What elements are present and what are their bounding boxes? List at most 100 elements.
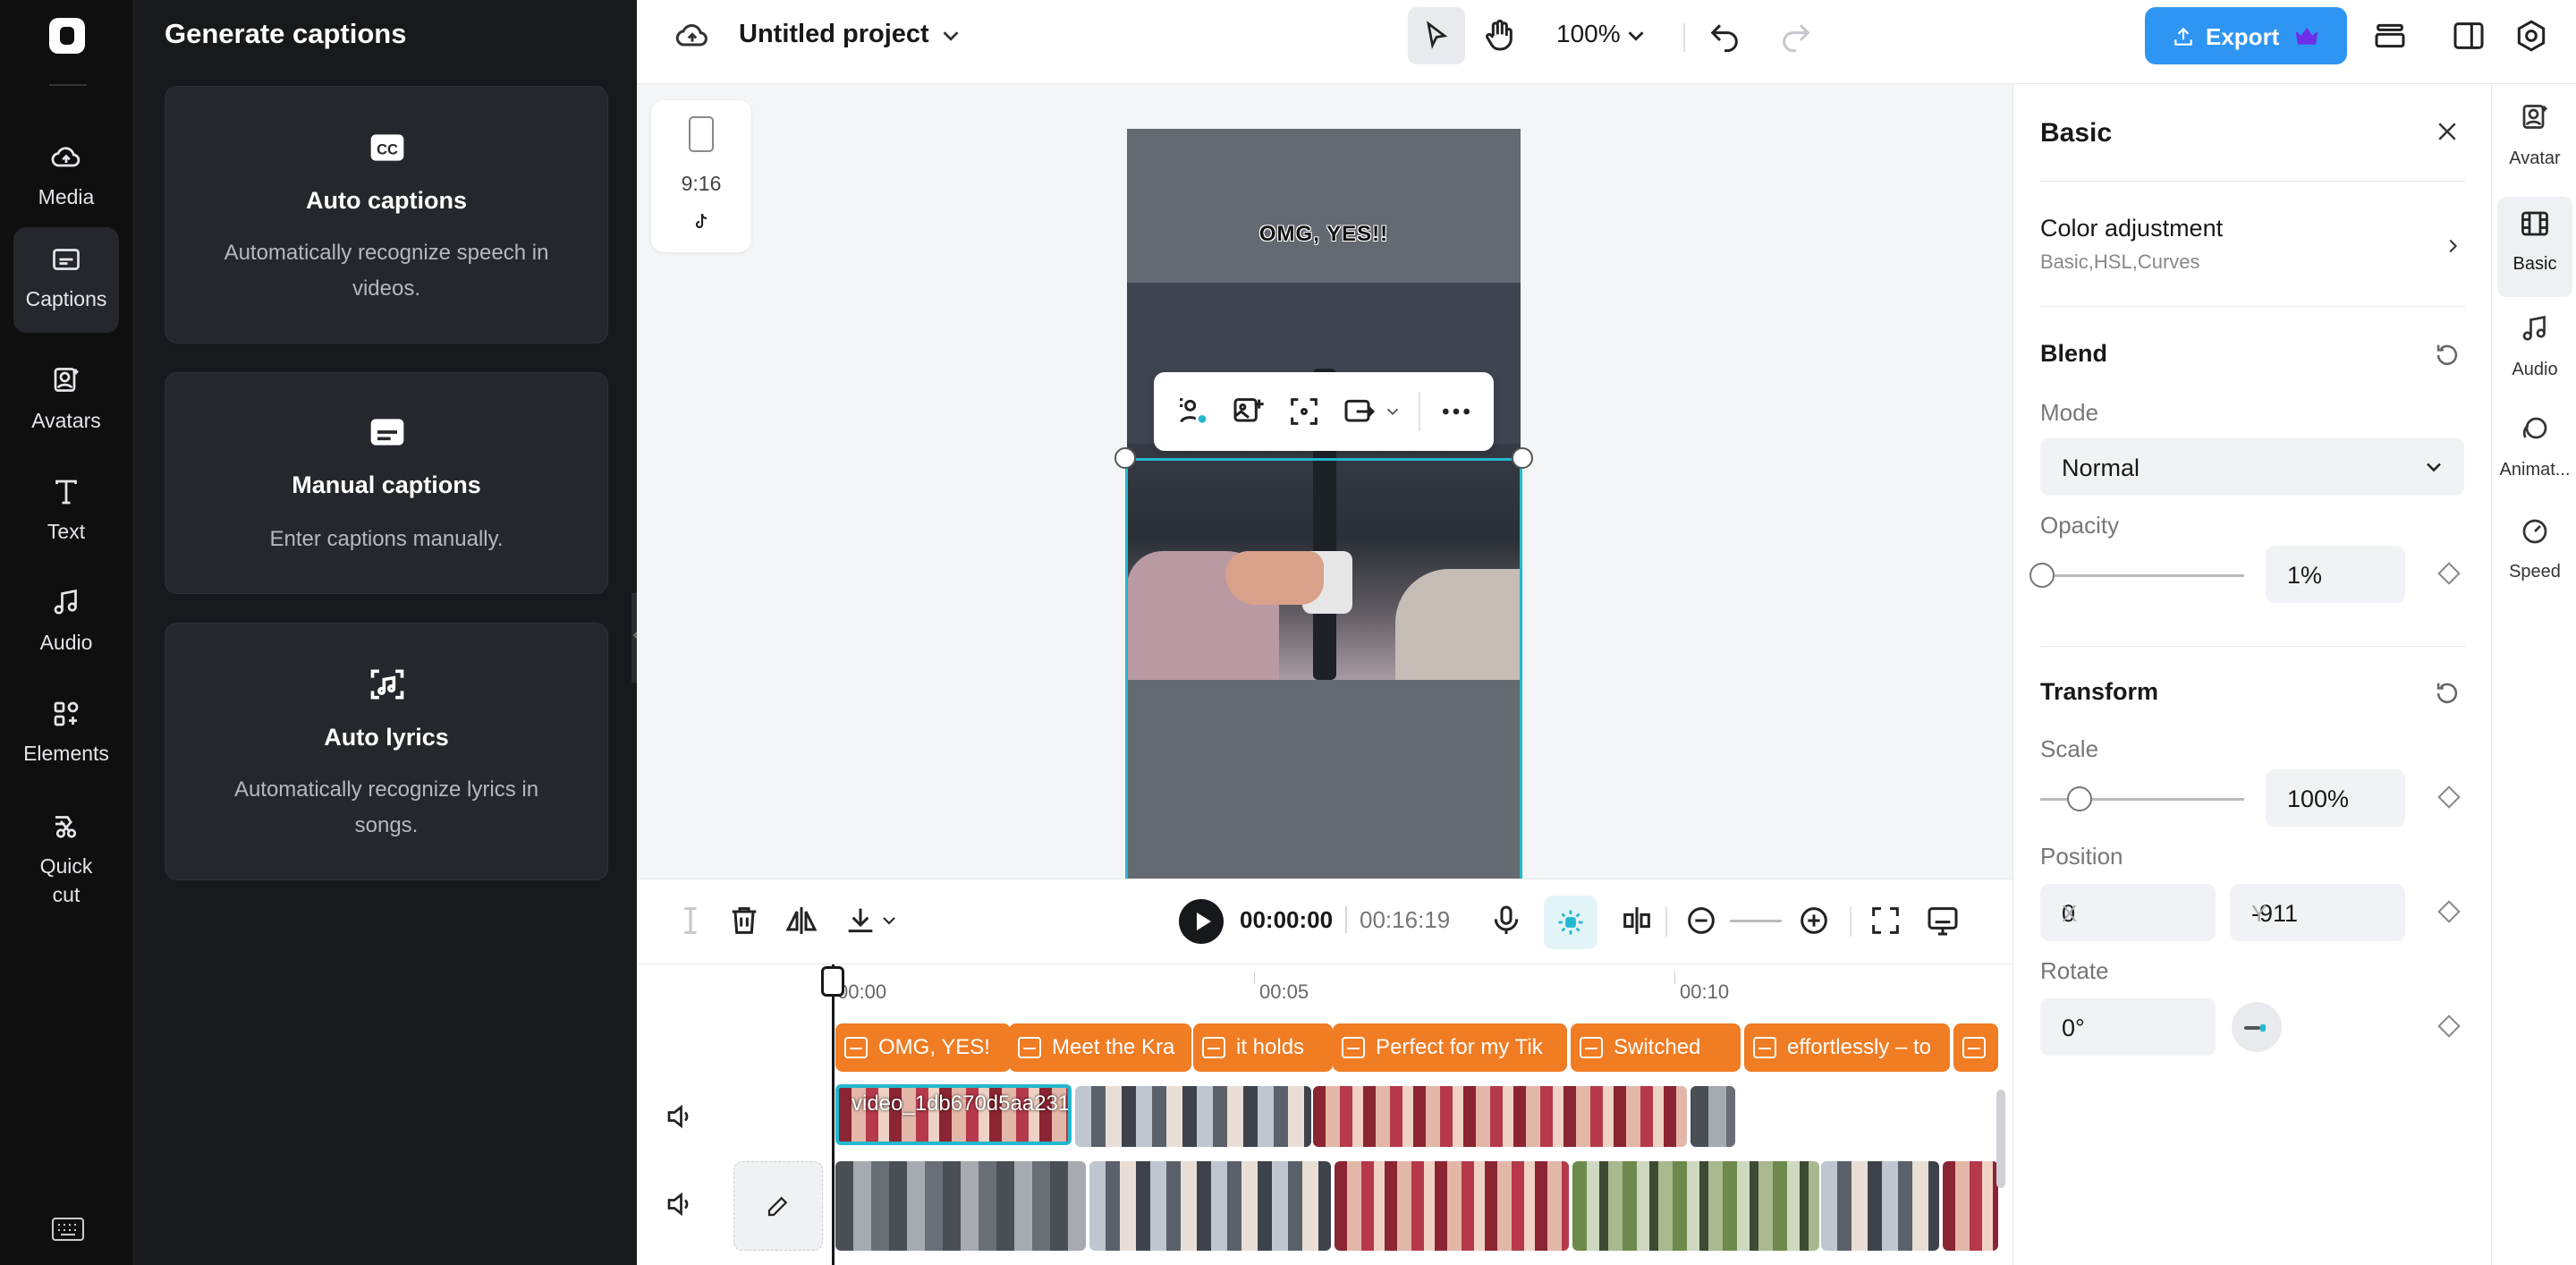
scale-input[interactable]: 100%	[2266, 769, 2405, 827]
video-clip[interactable]	[1075, 1086, 1311, 1147]
caption-clip[interactable]: OMG, YES!	[835, 1023, 1011, 1072]
reset-icon[interactable]	[2432, 678, 2462, 709]
project-title[interactable]: Untitled project	[739, 20, 929, 49]
caption-overlay-text[interactable]: OMG, YES!!	[1127, 222, 1521, 247]
cloud-sync-icon[interactable]	[674, 18, 710, 54]
video-clip[interactable]	[835, 1161, 1086, 1251]
right-rail-audio[interactable]: Audio	[2497, 302, 2572, 399]
video-clip[interactable]	[1313, 1086, 1687, 1147]
rail-item-media[interactable]: Media	[13, 125, 119, 229]
blend-mode-select[interactable]: Normal	[2040, 438, 2464, 496]
caption-clip[interactable]: Meet the Kra	[1009, 1023, 1191, 1072]
hand-icon[interactable]	[1481, 18, 1517, 54]
keyframe-icon[interactable]	[2437, 562, 2461, 585]
crop-frame-icon[interactable]	[1286, 394, 1322, 429]
trash-icon[interactable]	[726, 903, 762, 938]
right-rail-basic[interactable]: Basic	[2497, 197, 2572, 297]
caption-clip[interactable]: Switched	[1571, 1023, 1741, 1072]
captions-toggle-icon[interactable]	[1925, 903, 1961, 938]
split-icon[interactable]	[673, 903, 708, 938]
captions-panel: Generate captions CC Auto captions Autom…	[134, 0, 637, 1265]
playhead-handle[interactable]	[821, 966, 844, 997]
rotate-dial[interactable]	[2232, 1002, 2282, 1052]
more-options-icon[interactable]	[1438, 394, 1474, 429]
pointer-icon	[1427, 21, 1448, 49]
caption-clip[interactable]: effortlessly – to	[1744, 1023, 1950, 1072]
resize-handle[interactable]	[1114, 447, 1136, 469]
opacity-slider-knob[interactable]	[2029, 563, 2055, 588]
align-icon[interactable]	[1619, 903, 1655, 938]
select-tool-button[interactable]	[1408, 7, 1465, 64]
auto-snap-toggle[interactable]	[1544, 896, 1597, 949]
video-clip[interactable]	[1943, 1161, 1998, 1251]
video-clip[interactable]	[1821, 1161, 1939, 1251]
rail-item-audio[interactable]: Audio	[13, 571, 119, 675]
video-clip[interactable]	[1690, 1086, 1735, 1147]
gear-icon[interactable]	[2513, 18, 2549, 54]
aspect-ratio-selector[interactable]: 9:16	[651, 100, 751, 252]
caption-clip[interactable]	[1953, 1023, 1998, 1072]
panel-layout-icon[interactable]	[2451, 18, 2487, 54]
keyframe-icon[interactable]	[2437, 900, 2461, 923]
download-icon[interactable]	[843, 903, 878, 938]
remove-background-icon[interactable]	[1175, 394, 1211, 429]
add-image-icon[interactable]	[1231, 394, 1267, 429]
app-logo-icon[interactable]	[49, 18, 85, 54]
keyframe-icon[interactable]	[2437, 785, 2461, 809]
scale-slider-knob[interactable]	[2067, 786, 2092, 811]
volume-icon[interactable]	[664, 1188, 696, 1220]
rail-item-quick-cut[interactable]: Quick cut	[13, 794, 119, 911]
edit-cover-button[interactable]	[733, 1161, 823, 1251]
rail-item-avatars[interactable]: Avatars	[13, 349, 119, 453]
chevron-down-icon[interactable]	[937, 18, 964, 54]
video-clip[interactable]	[1572, 1161, 1819, 1251]
undo-icon[interactable]	[1707, 18, 1742, 54]
right-rail-avatar[interactable]: Avatar	[2497, 91, 2572, 188]
auto-captions-card[interactable]: CC Auto captions Automatically recognize…	[165, 86, 608, 344]
right-rail-animation[interactable]: Animat...	[2497, 403, 2572, 499]
zoom-level[interactable]: 100%	[1556, 20, 1621, 48]
opacity-slider[interactable]	[2029, 563, 2244, 588]
zoom-in-icon[interactable]	[1796, 903, 1832, 938]
keyboard-icon[interactable]	[51, 1217, 85, 1242]
layers-icon[interactable]	[2372, 18, 2408, 54]
reset-icon[interactable]	[2432, 340, 2462, 370]
right-rail-speed[interactable]: Speed	[2497, 505, 2572, 601]
video-clip-selected[interactable]: video_1db670d5aa2314473cb68388acf4d066	[835, 1084, 1072, 1145]
rail-item-captions[interactable]: Captions	[13, 227, 119, 333]
chevron-down-icon[interactable]	[1623, 18, 1649, 54]
play-button[interactable]	[1179, 899, 1224, 944]
timeline-zoom-slider[interactable]	[1730, 920, 1782, 922]
replace-media-icon[interactable]	[1342, 394, 1377, 429]
volume-icon[interactable]	[664, 1100, 696, 1133]
auto-lyrics-card[interactable]: Auto lyrics Automatically recognize lyri…	[165, 623, 608, 880]
caption-clip-text: it holds	[1236, 1035, 1305, 1059]
redo-icon[interactable]	[1778, 18, 1814, 54]
opacity-label: Opacity	[2040, 512, 2120, 539]
chevron-down-icon[interactable]	[878, 903, 900, 938]
timeline-scrollbar[interactable]	[1996, 1090, 2005, 1188]
rotate-label: Rotate	[2040, 957, 2109, 984]
opacity-input[interactable]: 1%	[2266, 546, 2405, 603]
position-y-input[interactable]: -911 Y	[2230, 884, 2405, 941]
close-icon[interactable]	[2434, 118, 2461, 145]
rail-item-text[interactable]: Text	[13, 460, 119, 564]
rotate-input[interactable]: 0°	[2040, 998, 2216, 1056]
video-clip[interactable]	[1335, 1161, 1569, 1251]
fullscreen-icon[interactable]	[1868, 903, 1903, 938]
keyframe-icon[interactable]	[2437, 1015, 2461, 1038]
position-x-input[interactable]: 0X	[2040, 884, 2216, 941]
rail-item-elements[interactable]: Elements	[13, 682, 119, 785]
chevron-down-icon[interactable]	[1383, 394, 1402, 429]
zoom-out-icon[interactable]	[1683, 903, 1719, 938]
scale-slider[interactable]	[2040, 786, 2244, 811]
caption-clip[interactable]: it holds	[1193, 1023, 1333, 1072]
video-clip[interactable]	[1089, 1161, 1331, 1251]
playhead[interactable]	[832, 964, 835, 1265]
caption-clip[interactable]: Perfect for my Tik	[1333, 1023, 1567, 1072]
manual-captions-card[interactable]: Manual captions Enter captions manually.	[165, 372, 608, 594]
export-button[interactable]: Export	[2145, 7, 2347, 64]
flip-icon[interactable]	[784, 903, 819, 938]
resize-handle[interactable]	[1512, 447, 1533, 469]
microphone-icon[interactable]	[1488, 903, 1524, 938]
